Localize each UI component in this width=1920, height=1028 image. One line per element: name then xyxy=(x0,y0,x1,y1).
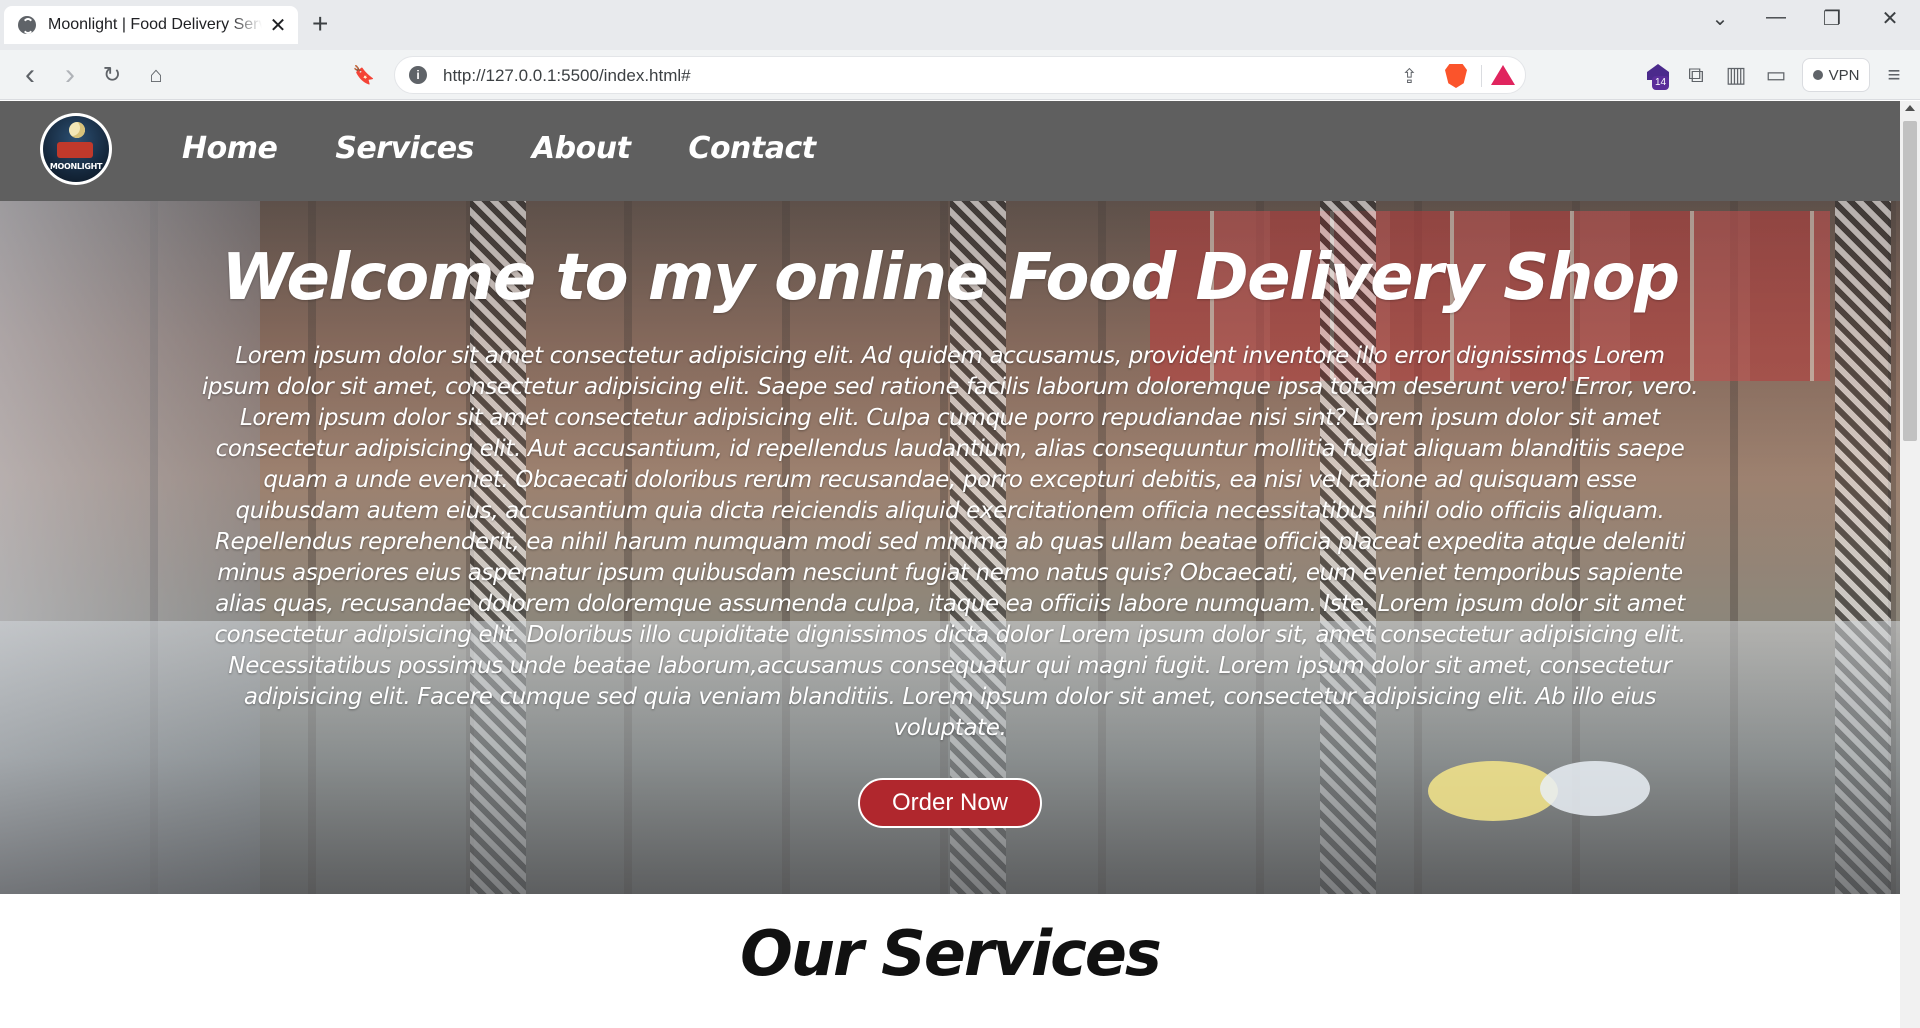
close-window-button[interactable]: ✕ xyxy=(1870,6,1910,31)
new-tab-button[interactable]: + xyxy=(312,10,328,38)
address-bar[interactable]: i http://127.0.0.1:5500/index.html# ⇪ xyxy=(394,56,1526,94)
tab-close-icon[interactable]: ✕ xyxy=(268,13,288,38)
page-viewport: MOONLIGHT Home Services About Contact We… xyxy=(0,101,1900,1028)
vpn-status-icon xyxy=(1812,70,1823,80)
hero-bg-cake xyxy=(1540,761,1650,816)
tab-title: Moonlight | Food Delivery Services xyxy=(48,16,262,33)
truck-icon xyxy=(57,142,93,158)
browser-tab-active[interactable]: Moonlight | Food Delivery Services ✕ xyxy=(4,6,298,44)
site-logo[interactable]: MOONLIGHT xyxy=(40,113,112,185)
home-icon[interactable]: ⌂ xyxy=(142,62,170,90)
share-icon[interactable]: ⇪ xyxy=(1401,64,1418,89)
hero-section: Welcome to my online Food Delivery Shop … xyxy=(0,201,1900,894)
tab-search-dropdown-icon[interactable]: ⌄ xyxy=(1700,6,1740,31)
back-icon[interactable]: ‹ xyxy=(16,60,44,90)
services-heading: Our Services xyxy=(740,917,1162,990)
hero-bg-cake xyxy=(1428,761,1558,821)
menu-icon[interactable]: ≡ xyxy=(1880,62,1908,90)
restore-button[interactable]: ❐ xyxy=(1812,6,1852,31)
page-scrollbar[interactable] xyxy=(1900,101,1920,1028)
forward-icon[interactable]: › xyxy=(56,60,84,90)
brave-shields-icon[interactable] xyxy=(1445,64,1467,88)
divider xyxy=(1481,65,1482,87)
minimize-button[interactable]: — xyxy=(1756,6,1796,29)
nav-about[interactable]: About xyxy=(532,131,631,166)
browser-toolbar: ‹ › ↻ ⌂ 🔖 i http://127.0.0.1:5500/index.… xyxy=(0,50,1920,100)
browser-tab-bar: Moonlight | Food Delivery Services ✕ + ⌄… xyxy=(0,0,1920,50)
extension-badge: 14 xyxy=(1652,76,1670,90)
brave-rewards-icon[interactable] xyxy=(1491,65,1515,85)
nav-services[interactable]: Services xyxy=(335,131,474,166)
vpn-button[interactable]: VPN xyxy=(1802,58,1870,92)
nav-home[interactable]: Home xyxy=(182,131,278,166)
vpn-label: VPN xyxy=(1828,66,1860,84)
site-info-icon[interactable]: i xyxy=(409,66,427,84)
main-nav: Home Services About Contact xyxy=(182,131,816,166)
globe-icon xyxy=(18,16,36,34)
logo-emblem: MOONLIGHT xyxy=(43,116,109,182)
scrollbar-thumb[interactable] xyxy=(1903,121,1917,441)
reload-icon[interactable]: ↻ xyxy=(98,62,126,90)
order-now-button[interactable]: Order Now xyxy=(858,778,1042,828)
moon-icon xyxy=(69,122,85,138)
extensions-puzzle-icon[interactable]: ⧉ xyxy=(1682,62,1710,90)
logo-text: MOONLIGHT xyxy=(49,162,103,171)
bookmark-icon[interactable]: 🔖 xyxy=(350,62,378,90)
wallet-icon[interactable]: ▭ xyxy=(1762,62,1790,90)
sidebar-icon[interactable]: ▥ xyxy=(1722,62,1750,90)
hero-title: Welcome to my online Food Delivery Shop xyxy=(221,241,1680,315)
hero-paragraph: Lorem ipsum dolor sit amet consectetur a… xyxy=(201,343,1699,741)
site-navbar: MOONLIGHT Home Services About Contact xyxy=(0,101,1900,201)
url-text[interactable]: http://127.0.0.1:5500/index.html# xyxy=(443,66,691,86)
scroll-up-arrow-icon[interactable] xyxy=(1905,105,1915,111)
nav-contact[interactable]: Contact xyxy=(688,131,816,166)
